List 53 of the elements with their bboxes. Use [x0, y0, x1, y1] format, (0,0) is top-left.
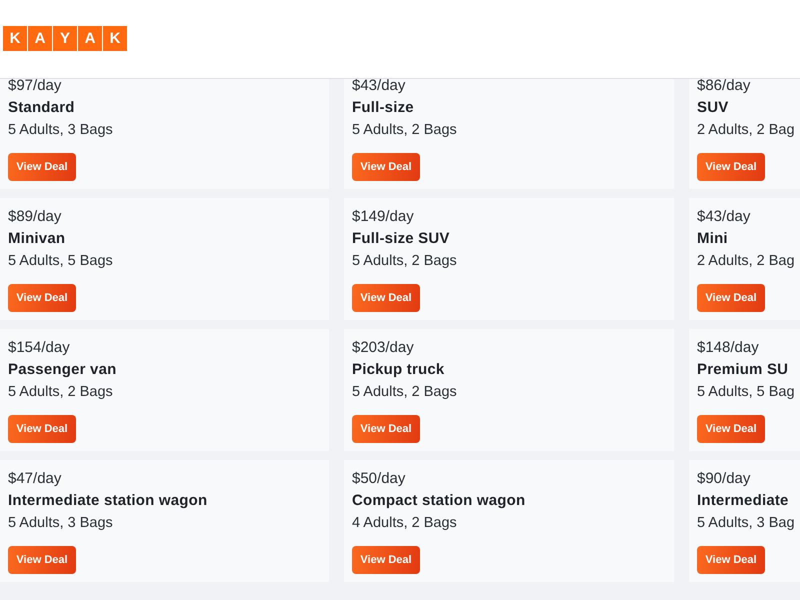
capacity-text: 5 Adults, 2 Bags — [8, 383, 113, 402]
view-deal-button[interactable]: View Deal — [697, 153, 765, 181]
capacity-text: 4 Adults, 2 Bags — [352, 514, 457, 533]
capacity-text: 5 Adults, 3 Bags — [8, 514, 113, 533]
car-type: SUV — [697, 98, 728, 118]
car-type: Intermediate — [697, 491, 789, 511]
capacity-text: 5 Adults, 3 Bags — [8, 121, 113, 140]
daily-price: $43/day — [352, 76, 406, 96]
daily-price: $90/day — [697, 469, 750, 489]
capacity-text: 2 Adults, 2 Bag — [697, 252, 795, 271]
capacity-text: 5 Adults, 3 Bag — [697, 514, 795, 533]
view-deal-button[interactable]: View Deal — [352, 284, 420, 312]
car-type: Standard — [8, 98, 75, 118]
view-deal-button[interactable]: View Deal — [352, 153, 420, 181]
daily-price: $203/day — [352, 338, 414, 358]
car-type: Mini — [697, 229, 728, 249]
car-type: Passenger van — [8, 360, 116, 380]
car-type: Compact station wagon — [352, 491, 526, 511]
car-type: Full-size — [352, 98, 414, 118]
view-deal-button[interactable]: View Deal — [697, 546, 765, 574]
view-deal-button[interactable]: View Deal — [8, 153, 76, 181]
capacity-text: 5 Adults, 5 Bag — [697, 383, 795, 402]
capacity-text: 5 Adults, 2 Bags — [352, 383, 457, 402]
car-type: Full-size SUV — [352, 229, 450, 249]
view-deal-button[interactable]: View Deal — [8, 546, 76, 574]
logo-letter-tile[interactable]: Y — [53, 26, 77, 51]
view-deal-button[interactable]: View Deal — [352, 415, 420, 443]
capacity-text: 5 Adults, 5 Bags — [8, 252, 113, 271]
view-deal-button[interactable]: View Deal — [8, 284, 76, 312]
daily-price: $89/day — [8, 207, 62, 227]
car-type: Minivan — [8, 229, 66, 249]
daily-price: $148/day — [697, 338, 759, 358]
logo-letter-tile[interactable]: A — [78, 26, 102, 51]
car-type: Intermediate station wagon — [8, 491, 208, 511]
daily-price: $97/day — [8, 76, 62, 96]
daily-price: $86/day — [697, 76, 750, 96]
capacity-text: 2 Adults, 2 Bag — [697, 121, 795, 140]
daily-price: $43/day — [697, 207, 750, 227]
car-type: Premium SU — [697, 360, 788, 380]
view-deal-button[interactable]: View Deal — [697, 284, 765, 312]
car-type: Pickup truck — [352, 360, 444, 380]
capacity-text: 5 Adults, 2 Bags — [352, 121, 457, 140]
daily-price: $154/day — [8, 338, 70, 358]
daily-price: $149/day — [352, 207, 414, 227]
capacity-text: 5 Adults, 2 Bags — [352, 252, 457, 271]
view-deal-button[interactable]: View Deal — [8, 415, 76, 443]
logo-letter-tile[interactable]: A — [28, 26, 52, 51]
view-deal-button[interactable]: View Deal — [352, 546, 420, 574]
logo-letter-tile[interactable]: K — [3, 26, 27, 51]
view-deal-button[interactable]: View Deal — [697, 415, 765, 443]
daily-price: $47/day — [8, 469, 62, 489]
daily-price: $50/day — [352, 469, 406, 489]
logo-letter-tile[interactable]: K — [103, 26, 127, 51]
